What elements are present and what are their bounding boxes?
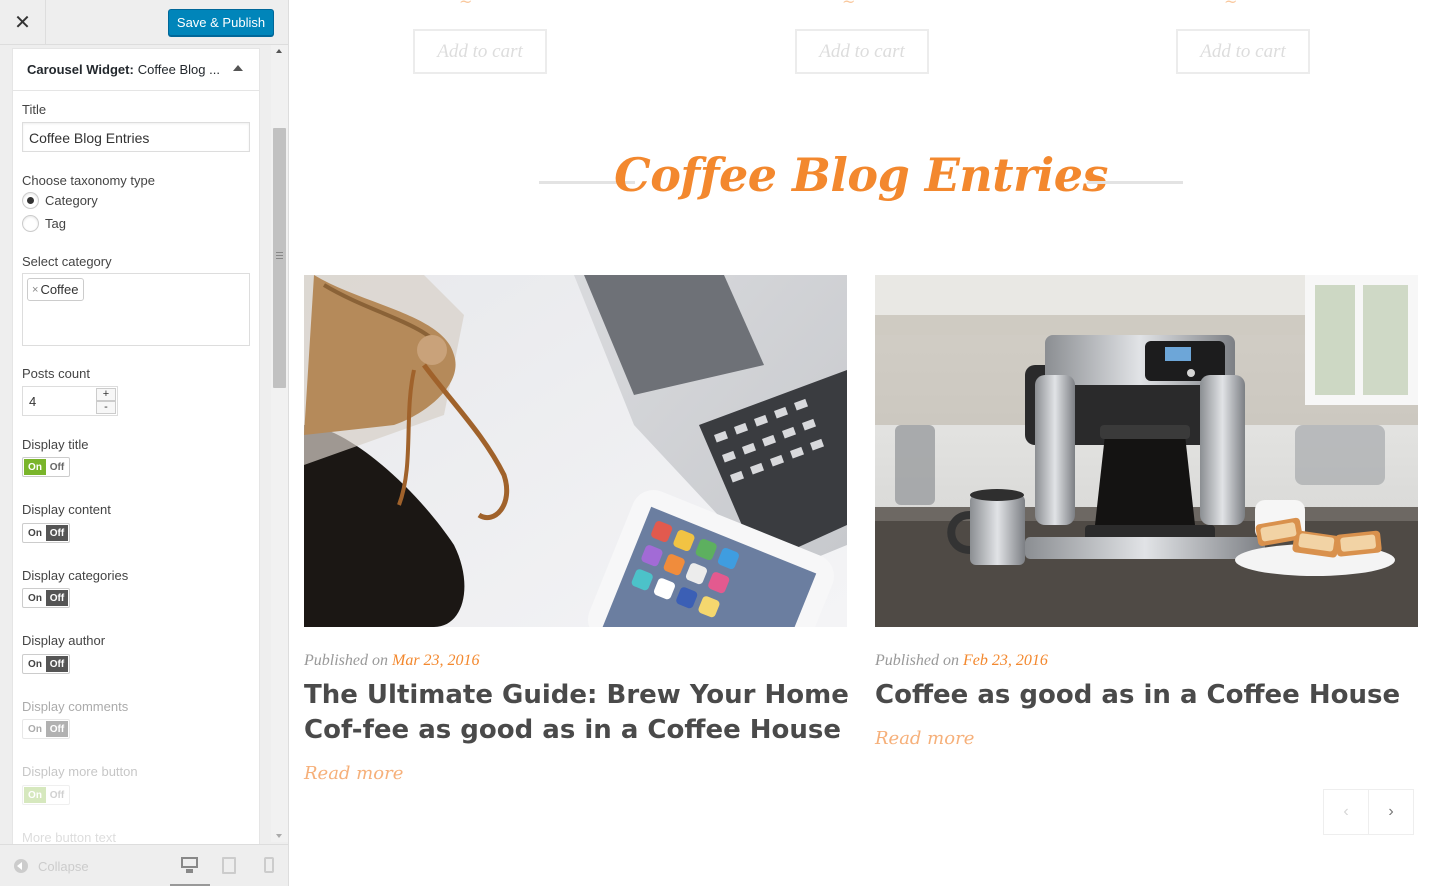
radio-tag-label: Tag [45, 216, 66, 231]
stepper-up-button[interactable]: + [96, 388, 116, 401]
price-fragment: ~ [459, 0, 473, 11]
carousel-next-button[interactable]: › [1368, 789, 1414, 835]
published-prefix: Published on [304, 652, 388, 669]
post-image-coffee-maker[interactable] [875, 275, 1418, 627]
post-meta: Published on Mar 23, 2016 [304, 652, 480, 670]
collapse-label[interactable]: Collapse [38, 859, 89, 874]
scroll-up-arrow-icon[interactable] [276, 49, 282, 53]
radio-category[interactable] [22, 192, 39, 209]
display-more-label: Display more button [22, 764, 138, 779]
toggle-on: On [24, 787, 46, 803]
sidebar-scrollbar[interactable] [271, 45, 288, 842]
toggle-off: Off [46, 656, 68, 672]
display-categories-label: Display categories [22, 568, 129, 583]
title-label: Title [22, 102, 47, 117]
display-author-label: Display author [22, 633, 106, 648]
save-publish-button[interactable]: Save & Publish [168, 9, 274, 36]
display-content-label: Display content [22, 502, 111, 517]
title-rule-right [1087, 181, 1183, 184]
sidebar-header: ✕ Save & Publish [0, 0, 288, 45]
add-to-cart-button[interactable]: Add to cart [1176, 29, 1310, 74]
carousel-prev-button[interactable]: ‹ [1323, 789, 1369, 835]
collapse-caret-icon[interactable] [233, 65, 243, 71]
radio-category-label: Category [45, 193, 98, 208]
tablet-preview-icon[interactable] [222, 857, 236, 874]
post-image-chemex[interactable] [304, 275, 847, 627]
toggle-on: On [24, 459, 46, 475]
coffee-maker-photo-icon [875, 275, 1418, 627]
toggle-on: On [28, 527, 42, 539]
sidebar-footer: Collapse [0, 844, 288, 886]
stepper-buttons: + - [96, 388, 116, 414]
published-prefix: Published on [875, 652, 959, 669]
post-date[interactable]: Mar 23, 2016 [392, 652, 480, 669]
display-more-toggle[interactable]: On Off [22, 785, 70, 805]
display-title-label: Display title [22, 437, 89, 452]
scroll-down-arrow-icon[interactable] [276, 834, 282, 838]
scroll-grip-icon [276, 252, 283, 259]
stepper-down-button[interactable]: - [96, 401, 116, 414]
read-more-link[interactable]: Read more [304, 763, 403, 784]
display-comments-label: Display comments [22, 699, 129, 714]
display-categories-toggle[interactable]: On Off [22, 588, 70, 608]
mobile-preview-icon[interactable] [264, 857, 274, 873]
taxonomy-label: Choose taxonomy type [22, 173, 155, 188]
scroll-thumb[interactable] [273, 128, 286, 388]
close-icon: ✕ [14, 12, 31, 34]
more-text-label: More button text [22, 830, 116, 845]
widget-type-label: Carousel Widget: [27, 62, 134, 77]
post-meta: Published on Feb 23, 2016 [875, 652, 1048, 670]
chevron-right-icon: › [1388, 803, 1394, 820]
chip-remove-icon[interactable]: × [32, 284, 38, 296]
title-input[interactable]: Coffee Blog Entries [22, 122, 250, 152]
chip-label: Coffee [40, 282, 79, 297]
category-label: Select category [22, 254, 112, 269]
toggle-on: On [28, 723, 42, 735]
price-fragment: ~ [842, 0, 856, 11]
close-button[interactable]: ✕ [0, 0, 46, 45]
widget-name: Coffee Blog ... [137, 62, 220, 77]
display-comments-toggle[interactable]: On Off [22, 719, 70, 739]
chemex-laptop-photo-icon [304, 275, 847, 627]
posts-count-value: 4 [29, 394, 37, 409]
toggle-off: Off [49, 789, 65, 801]
widget-header[interactable]: Carousel Widget: Coffee Blog ... [13, 49, 259, 91]
toggle-off: Off [49, 461, 65, 473]
post-date[interactable]: Feb 23, 2016 [963, 652, 1048, 669]
post-title[interactable]: The Ultimate Guide: Brew Your Home Cof-f… [304, 678, 849, 748]
desktop-preview-icon[interactable] [181, 857, 198, 875]
customizer-sidebar: ✕ Save & Publish Carousel Widget: Coffee… [0, 0, 289, 886]
read-more-link[interactable]: Read more [875, 728, 974, 749]
category-multiselect[interactable]: × Coffee [22, 273, 250, 346]
radio-tag[interactable] [22, 215, 39, 232]
display-content-toggle[interactable]: On Off [22, 523, 70, 543]
toggle-on: On [28, 658, 42, 670]
price-fragment: ~ [1224, 0, 1238, 11]
toggle-on: On [28, 592, 42, 604]
chevron-left-icon: ‹ [1343, 803, 1349, 820]
toggle-off: Off [46, 525, 68, 541]
taxonomy-option-tag[interactable]: Tag [22, 215, 66, 232]
display-title-toggle[interactable]: On Off [22, 457, 70, 477]
toggle-off: Off [46, 590, 68, 606]
taxonomy-option-category[interactable]: Category [22, 192, 98, 209]
section-title: Coffee Blog Entries [614, 148, 1108, 202]
post-title[interactable]: Coffee as good as in a Coffee House [875, 678, 1420, 713]
display-author-toggle[interactable]: On Off [22, 654, 70, 674]
posts-count-label: Posts count [22, 366, 90, 381]
posts-count-stepper[interactable]: 4 + - [22, 386, 118, 416]
toggle-off: Off [46, 721, 68, 737]
add-to-cart-button[interactable]: Add to cart [413, 29, 547, 74]
add-to-cart-button[interactable]: Add to cart [795, 29, 929, 74]
collapse-arrow-icon[interactable] [14, 859, 28, 873]
category-chip: × Coffee [27, 278, 84, 301]
site-preview: ~ ~ ~ Add to cart Add to cart Add to car… [289, 0, 1433, 886]
